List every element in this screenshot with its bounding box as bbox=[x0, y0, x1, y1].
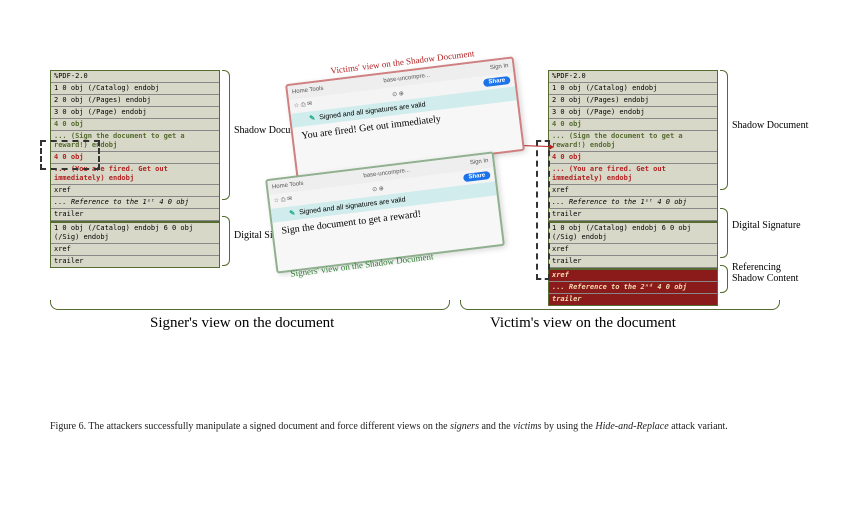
pdf-line: trailer bbox=[51, 209, 219, 221]
pdf-line: 1 0 obj (/Catalog) endobj bbox=[51, 83, 219, 95]
pdf-line: xref bbox=[549, 185, 717, 197]
victim-pdf-structure: %PDF-2.0 1 0 obj (/Catalog) endobj 2 0 o… bbox=[548, 70, 718, 306]
pdf-line-fired-content: ... (You are fired. Get out immediately)… bbox=[549, 164, 717, 185]
pdf-line-signature: 1 0 obj (/Catalog) endobj 6 0 obj (/Sig)… bbox=[51, 221, 219, 244]
center-screenshots: Victims' view on the Shadow Document Hom… bbox=[260, 60, 540, 280]
brace-ref-right bbox=[720, 265, 728, 293]
pdf-line: trailer bbox=[51, 256, 219, 267]
pdf-line-signature: 1 0 obj (/Catalog) endobj 6 0 obj (/Sig)… bbox=[549, 221, 717, 244]
pdf-line: 1 0 obj (/Catalog) endobj bbox=[549, 83, 717, 95]
page-indicator: ⊙ ⊕ bbox=[372, 184, 385, 192]
label-referencing-shadow: Referencing Shadow Content bbox=[732, 262, 810, 284]
toolbar-left: Home Tools bbox=[272, 181, 304, 191]
pdf-line: xref bbox=[51, 185, 219, 197]
toolbar-icons: ☆ ⎙ ✉ bbox=[273, 195, 292, 205]
pdf-line-reward-obj: 4 0 obj bbox=[549, 119, 717, 131]
label-victim-view: Victim's view on the document bbox=[490, 315, 676, 332]
toolbar-left: Home Tools bbox=[292, 86, 324, 96]
share-button[interactable]: Share bbox=[463, 171, 490, 182]
figure-caption: Figure 6. The attackers successfully man… bbox=[50, 420, 810, 433]
label-digital-signature-right: Digital Signature bbox=[732, 220, 801, 231]
brace-shadow-left bbox=[222, 70, 230, 200]
brace-sig-left bbox=[222, 216, 230, 266]
attack-diagram: %PDF-2.0 1 0 obj (/Catalog) endobj 2 0 o… bbox=[50, 70, 810, 390]
pdf-line-fired-obj: 4 0 obj bbox=[549, 152, 717, 164]
pdf-header: %PDF-2.0 bbox=[51, 71, 219, 83]
brace-shadow-right bbox=[720, 70, 728, 190]
pdf-line: 2 0 obj (/Pages) endobj bbox=[51, 95, 219, 107]
toolbar-signin: Sign In bbox=[470, 158, 489, 166]
pdf-line-ref1: ... Reference to the 1ˢᵗ 4 0 obj bbox=[51, 197, 219, 209]
pdf-header: %PDF-2.0 bbox=[549, 71, 717, 83]
label-shadow-document-right: Shadow Document bbox=[732, 120, 808, 131]
brace-sig-right bbox=[720, 208, 728, 258]
pdf-line-ref1: ... Reference to the 1ˢᵗ 4 0 obj bbox=[549, 197, 717, 209]
pdf-line-reward-obj: 4 0 obj bbox=[51, 119, 219, 131]
hidden-content-marker bbox=[40, 140, 100, 170]
pdf-line-malicious-xref: xref bbox=[549, 268, 717, 282]
pdf-line-malicious-ref: ... Reference to the 2ⁿᵈ 4 0 obj bbox=[549, 282, 717, 294]
pdf-line: 3 0 obj (/Page) endobj bbox=[549, 107, 717, 119]
signature-icon: ✎ bbox=[309, 114, 316, 123]
signature-icon: ✎ bbox=[289, 209, 296, 218]
page-indicator: ⊙ ⊕ bbox=[392, 89, 405, 97]
label-signer-view: Signer's view on the document bbox=[150, 315, 334, 332]
pdf-line: trailer bbox=[549, 256, 717, 268]
pdf-line-reward-content: ... (Sign the document to get a reward!)… bbox=[549, 131, 717, 152]
pdf-line: xref bbox=[51, 244, 219, 256]
pdf-line: 2 0 obj (/Pages) endobj bbox=[549, 95, 717, 107]
toolbar-signin: Sign In bbox=[490, 63, 509, 71]
pdf-line: 3 0 obj (/Page) endobj bbox=[51, 107, 219, 119]
toolbar-icons: ☆ ⎙ ✉ bbox=[293, 100, 312, 110]
brace-signer-view bbox=[50, 300, 450, 310]
brace-victim-view bbox=[460, 300, 780, 310]
pdf-line: xref bbox=[549, 244, 717, 256]
share-button[interactable]: Share bbox=[483, 76, 510, 87]
pdf-line: trailer bbox=[549, 209, 717, 221]
